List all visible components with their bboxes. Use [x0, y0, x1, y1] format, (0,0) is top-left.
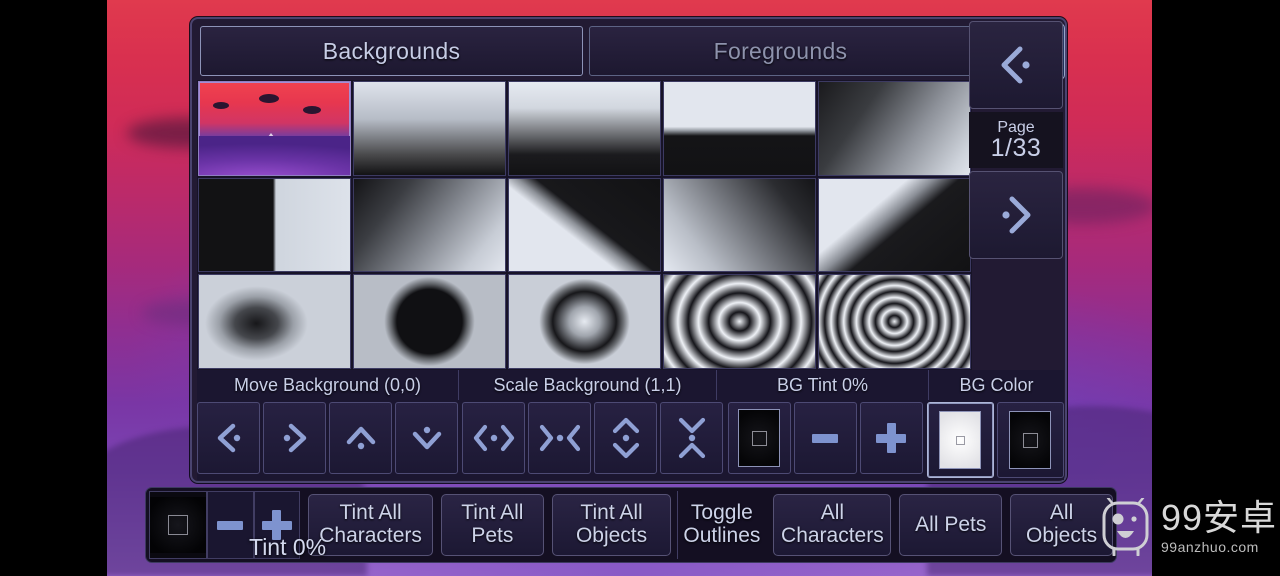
thumbnail-item[interactable]: [198, 274, 351, 369]
move-down-button[interactable]: [395, 402, 458, 474]
thumbnail-item[interactable]: [508, 81, 661, 176]
all-objects-button[interactable]: All Objects: [1010, 494, 1113, 556]
chevron-right-dot-icon: [283, 423, 306, 453]
thumbnail-item[interactable]: [353, 81, 506, 176]
tab-backgrounds[interactable]: Backgrounds: [200, 26, 583, 76]
bg-color-white-swatch[interactable]: [926, 402, 994, 478]
toggle-outlines-line2: Outlines: [683, 524, 761, 547]
move-right-button[interactable]: [263, 402, 326, 474]
bg-tint-plus-button[interactable]: [859, 402, 923, 474]
control-labels-row: Move Background (0,0) Scale Background (…: [197, 370, 1064, 400]
all-characters-line2: Characters: [781, 524, 884, 547]
all-characters-button[interactable]: All Characters: [773, 494, 892, 556]
letterbox-right: [1152, 0, 1280, 576]
thumbnail-item[interactable]: [198, 81, 351, 176]
bg-color-black-swatch[interactable]: [996, 402, 1064, 478]
tint-all-pets-button[interactable]: Tint All Pets: [440, 494, 544, 556]
minus-icon: [812, 433, 839, 443]
thumbnail-item[interactable]: [508, 274, 661, 369]
android-robot-icon: [1102, 498, 1149, 556]
dialog-tab-row: Backgrounds Foregrounds: [200, 26, 972, 76]
chevron-left-dot-icon: [217, 423, 240, 453]
all-characters-line1: All: [820, 501, 845, 525]
chevron-down-dot-icon: [412, 426, 441, 450]
global-tint-value-label: Tint 0%: [249, 534, 327, 560]
thumbnail-item[interactable]: [353, 274, 506, 369]
bg-tint-group: [727, 402, 923, 474]
watermark-sub-text: 99anzhuo.com: [1161, 539, 1259, 555]
scale-button-group: [462, 402, 724, 474]
toggle-outlines-button[interactable]: Toggle Outlines: [677, 491, 765, 559]
global-tint-minus-button[interactable]: [207, 491, 254, 559]
move-button-group: [197, 402, 458, 474]
all-pets-button[interactable]: All Pets: [899, 494, 1003, 556]
pagination-column: Page 1/33: [969, 21, 1063, 354]
site-watermark: 99安卓 99anzhuo.com: [1100, 498, 1277, 556]
white-color-chip: [939, 411, 982, 469]
move-left-button[interactable]: [197, 402, 260, 474]
chevron-left-icon: [1001, 46, 1030, 84]
control-buttons-row: [197, 402, 1064, 478]
all-objects-line1: All: [1049, 501, 1074, 525]
tab-backgrounds-label: Backgrounds: [322, 37, 461, 64]
previous-page-button[interactable]: [969, 21, 1063, 109]
expand-horizontal-icon: [473, 424, 514, 452]
black-color-chip: [1009, 411, 1052, 469]
thumbnail-item[interactable]: [663, 274, 816, 369]
bg-color-group: [926, 402, 1064, 478]
watermark-main-text: 99安卓: [1161, 497, 1278, 538]
collapse-vertical-icon: [678, 417, 705, 459]
thumbnail-item[interactable]: [353, 177, 506, 273]
expand-vertical-icon: [612, 417, 639, 459]
scale-shorter-button[interactable]: [660, 402, 724, 474]
bg-tint-swatch-button[interactable]: [727, 402, 791, 474]
global-tint-swatch-button[interactable]: [149, 491, 207, 559]
background-control-strip: Move Background (0,0) Scale Background (…: [197, 370, 1064, 480]
plus-icon: [876, 423, 907, 453]
global-tint-swatch: [150, 497, 206, 553]
thumbnail-item[interactable]: [663, 177, 816, 273]
next-page-button[interactable]: [969, 171, 1063, 259]
tint-all-pets-line1: Tint All: [461, 501, 524, 525]
move-up-button[interactable]: [329, 402, 392, 474]
bg-color-label: BG Color: [959, 374, 1034, 395]
thumbnail-item[interactable]: [663, 81, 816, 176]
thumbnail-item[interactable]: [818, 177, 971, 273]
toggle-outlines-line1: Toggle: [690, 501, 753, 525]
chevron-right-icon: [1002, 196, 1031, 234]
app-screen: Backgrounds Foregrounds X: [0, 0, 1280, 576]
tint-all-pets-line2: Pets: [471, 524, 514, 547]
scale-wider-button[interactable]: [462, 402, 526, 474]
bg-tint-label: BG Tint 0%: [717, 370, 929, 400]
scale-narrower-button[interactable]: [528, 402, 592, 474]
tint-all-objects-button[interactable]: Tint All Objects: [551, 494, 672, 556]
all-objects-line2: Objects: [1025, 524, 1098, 547]
scale-taller-button[interactable]: [594, 402, 658, 474]
tint-all-characters-line1: Tint All: [339, 501, 402, 525]
tint-all-objects-line2: Objects: [575, 524, 648, 547]
bg-tint-minus-button[interactable]: [793, 402, 857, 474]
tint-all-objects-line1: Tint All: [580, 501, 643, 525]
thumbnail-item[interactable]: [198, 177, 351, 273]
all-pets-line1: All Pets: [915, 512, 987, 536]
tab-foregrounds-label: Foregrounds: [713, 37, 848, 64]
page-indicator: Page 1/33: [969, 112, 1063, 168]
thumbnail-grid: [197, 80, 972, 370]
watermark-text: 99安卓 99anzhuo.com: [1161, 497, 1278, 555]
minus-icon: [217, 520, 244, 530]
scale-background-label: Scale Background (1,1): [459, 370, 717, 400]
tint-all-characters-line2: Characters: [319, 524, 422, 547]
move-background-label: Move Background (0,0): [197, 370, 459, 400]
thumbnail-item[interactable]: [818, 274, 971, 369]
tint-all-characters-button[interactable]: Tint All Characters: [308, 494, 433, 556]
thumbnail-item[interactable]: [818, 81, 971, 176]
thumbnail-item[interactable]: [508, 177, 661, 273]
collapse-horizontal-icon: [539, 424, 580, 452]
bg-tint-swatch: [738, 409, 781, 467]
tab-foregrounds[interactable]: Foregrounds: [589, 26, 972, 76]
letterbox-left: [0, 0, 107, 576]
page-number-label: 1/33: [990, 133, 1042, 162]
chevron-up-dot-icon: [346, 426, 375, 450]
background-picker-dialog: Backgrounds Foregrounds X: [190, 17, 1067, 483]
